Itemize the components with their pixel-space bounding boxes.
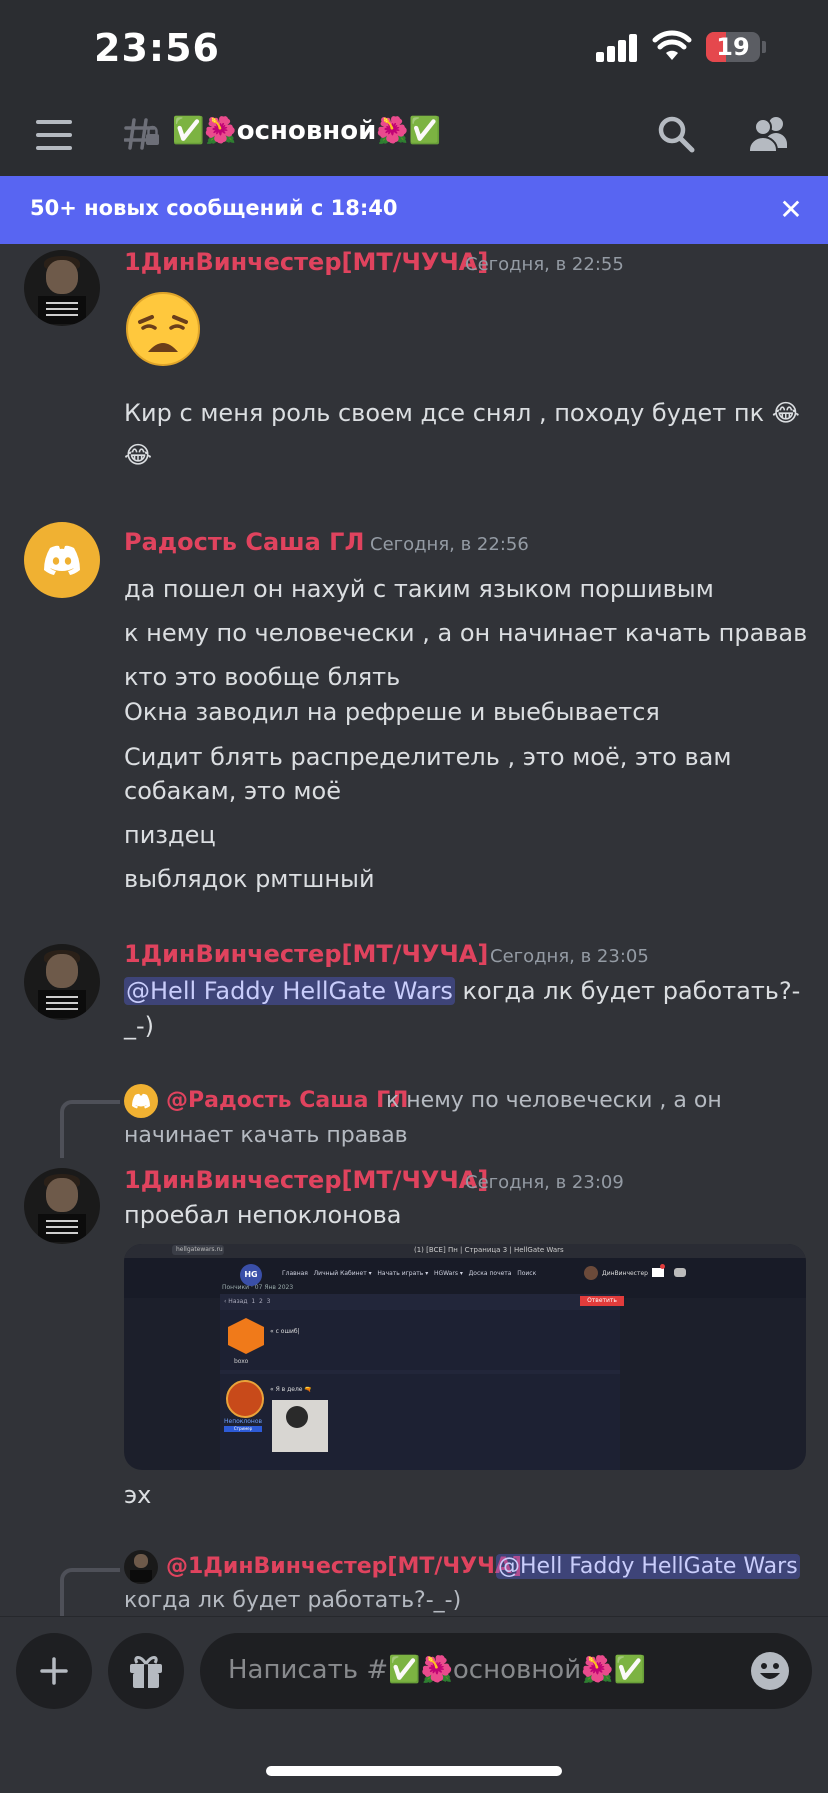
message-text: Сидит блять распределитель , это моё, эт… [124, 743, 732, 771]
forum-content: ‹ Назад 1 2 3 Ответить boxo « с ошиб| Не… [220, 1294, 624, 1470]
discord-logo-icon [132, 1093, 150, 1109]
browser-tabbar: hellgatewars.ru (1) [ВСЕ] Пн | Страница … [124, 1244, 806, 1258]
message-author[interactable]: 1ДинВинчестер[МТ/ЧУЧА] [124, 940, 488, 968]
locked-channel-icon [124, 118, 159, 150]
avatar[interactable] [24, 944, 100, 1020]
avatar[interactable] [24, 522, 100, 598]
menu-icon[interactable] [36, 120, 72, 150]
message-text: 😂 [124, 441, 153, 469]
message-author[interactable]: Радость Саша ГЛ [124, 528, 364, 556]
battery-icon: 19 [706, 32, 760, 62]
battery-level: 19 [716, 33, 750, 61]
image-attachment[interactable]: hellgatewars.ru (1) [ВСЕ] Пн | Страница … [124, 1244, 806, 1470]
message-timestamp: Сегодня, в 23:05 [490, 946, 649, 967]
message-input[interactable]: Написать #✅🌺основной🌺✅ [200, 1633, 812, 1709]
gift-button[interactable] [108, 1633, 184, 1709]
channel-title[interactable]: ✅🌺основной🌺✅ [172, 116, 441, 146]
message-text: проебал непоклонова [124, 1201, 402, 1229]
weary-face-emoji [126, 292, 200, 366]
add-attachment-button[interactable] [16, 1633, 92, 1709]
message-text: эх [124, 1481, 152, 1509]
message-timestamp: Сегодня, в 22:55 [465, 254, 624, 275]
message-text: _-) [124, 1012, 155, 1040]
message-text: кто это вообще блять [124, 663, 401, 691]
message-text: собакам, это моё [124, 777, 341, 805]
message-text: пиздец [124, 821, 216, 849]
new-messages-text: 50+ новых сообщений с 18:40 [30, 196, 398, 220]
discord-logo-icon [44, 545, 80, 575]
gift-icon [130, 1656, 162, 1688]
message-timestamp: Сегодня, в 23:09 [465, 1172, 624, 1193]
members-icon[interactable] [746, 114, 792, 154]
reply-preview[interactable]: начинает качать правав [124, 1123, 408, 1148]
user-mention[interactable]: @Hell Faddy HellGate Wars [124, 977, 455, 1005]
message-timestamp: Сегодня, в 22:56 [370, 534, 529, 555]
avatar[interactable] [24, 250, 100, 326]
message-text: выблядок рмтшный [124, 865, 375, 893]
plus-icon [40, 1657, 68, 1685]
message-text: да пошел он нахуй с таким языком поршивы… [124, 575, 714, 603]
new-messages-banner[interactable]: 50+ новых сообщений с 18:40 ✕ [0, 176, 828, 244]
message-input-placeholder: Написать #✅🌺основной🌺✅ [228, 1655, 646, 1685]
home-indicator [266, 1766, 562, 1776]
reply-avatar [124, 1084, 158, 1118]
reply-author[interactable]: @1ДинВинчестер[МТ/ЧУЧА] [166, 1554, 522, 1579]
reply-mention[interactable]: @Hell Faddy HellGate Wars [496, 1554, 800, 1579]
cellular-signal-icon [596, 34, 638, 62]
message-author[interactable]: 1ДинВинчестер[МТ/ЧУЧА] [124, 248, 488, 276]
close-icon[interactable]: ✕ [776, 192, 806, 228]
emoji-icon[interactable] [750, 1651, 790, 1691]
reply-preview[interactable]: к нему по человечески , а он [386, 1088, 722, 1113]
reply-preview[interactable]: когда лк будет работать?-_-) [124, 1588, 461, 1613]
search-icon[interactable] [656, 114, 696, 154]
message-text: Кир с меня роль своем дсе снял , походу … [124, 399, 800, 427]
avatar[interactable] [24, 1168, 100, 1244]
message-text: @Hell Faddy HellGate Wars когда лк будет… [124, 977, 801, 1005]
message-text: к нему по человечески , а он начинает ка… [124, 619, 808, 647]
reply-connector [60, 1100, 120, 1158]
message-text: Окна заводил на рефреше и выебывается [124, 698, 660, 726]
site-navbar: HG Главная Личный Кабинет ▾ Начать играт… [124, 1258, 806, 1298]
status-time: 23:56 [94, 26, 220, 70]
status-bar: 23:56 19 [0, 0, 828, 96]
message-author[interactable]: 1ДинВинчестер[МТ/ЧУЧА] [124, 1166, 488, 1194]
wifi-icon [652, 30, 692, 60]
reply-author[interactable]: @Радость Саша ГЛ [166, 1088, 408, 1113]
reply-connector [60, 1568, 120, 1620]
reply-avatar [124, 1550, 158, 1584]
channel-header: ✅🌺основной🌺✅ [0, 96, 828, 176]
